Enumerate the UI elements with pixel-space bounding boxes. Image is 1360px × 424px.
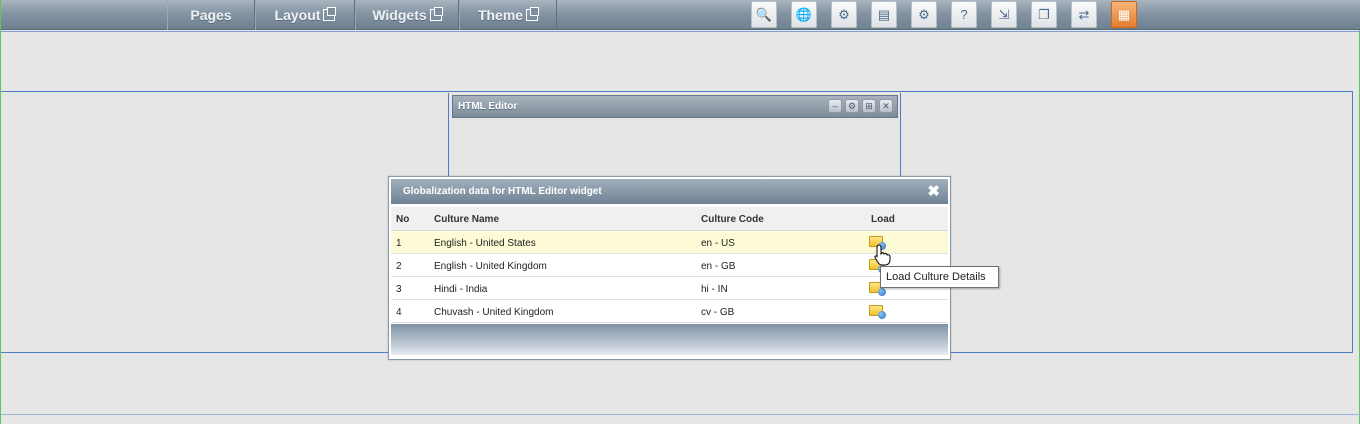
windows-icon[interactable]: ❐ xyxy=(1031,1,1057,28)
culture-grid: No Culture Name Culture Code Load 1 Engl… xyxy=(391,207,948,323)
table-row[interactable]: 3 Hindi - India hi - IN xyxy=(391,277,948,300)
globalization-dialog: Globalization data for HTML Editor widge… xyxy=(388,176,951,360)
flow-icon[interactable]: ⇄ xyxy=(1071,1,1097,28)
divider xyxy=(1,414,1360,415)
row-culture-name: Hindi - India xyxy=(434,284,488,295)
dialog-title: Globalization data for HTML Editor widge… xyxy=(403,186,602,197)
menu-pages-label: Pages xyxy=(190,7,232,23)
menu-layout[interactable]: Layout xyxy=(255,0,355,30)
settings-icon[interactable]: ⚙ xyxy=(845,99,859,113)
table-row[interactable]: 4 Chuvash - United Kingdom cv - GB xyxy=(391,300,948,323)
tooltip: Load Culture Details xyxy=(880,266,999,288)
hand-cursor-icon xyxy=(874,244,891,266)
top-toolbar: Pages Layout Widgets Theme 🔍 🌐 ⚙ ▤ ⚙? ⇲ ❐ ⇄ ▦ xyxy=(1,0,1360,30)
widget-controls: – ⚙ ⊞ ✕ xyxy=(828,99,893,113)
gear-icon[interactable]: ⚙ xyxy=(911,1,937,28)
row-culture-code: en - GB xyxy=(701,261,736,272)
widget-header[interactable]: HTML Editor – ⚙ ⊞ ✕ xyxy=(452,95,898,118)
menu-widgets-label: Widgets xyxy=(372,7,427,23)
column-header-load[interactable]: Load xyxy=(871,214,895,225)
close-icon[interactable]: ✖ xyxy=(927,182,940,200)
export-icon[interactable]: ⇲ xyxy=(991,1,1017,28)
row-no: 4 xyxy=(396,307,402,318)
menu-widgets[interactable]: Widgets xyxy=(355,0,459,30)
dialog-footer xyxy=(391,324,948,355)
column-header-culture-name[interactable]: Culture Name xyxy=(434,214,499,225)
tool-icon-group: 🔍 🌐 ⚙ ▤ ⚙? ⇲ ❐ ⇄ ▦ xyxy=(751,1,1137,28)
external-window-icon xyxy=(526,7,540,21)
grid-header: No Culture Name Culture Code Load xyxy=(391,207,948,231)
minimize-icon[interactable]: – xyxy=(828,99,842,113)
office-icon[interactable]: ▦ xyxy=(1111,1,1137,28)
column-header-culture-code[interactable]: Culture Code xyxy=(701,214,764,225)
row-culture-name: English - United States xyxy=(434,238,536,249)
row-culture-code: en - US xyxy=(701,238,735,249)
help-icon[interactable]: ? xyxy=(951,1,977,28)
row-no: 2 xyxy=(396,261,402,272)
globe-icon[interactable]: 🌐 xyxy=(791,1,817,28)
row-culture-name: Chuvash - United Kingdom xyxy=(434,307,554,318)
table-row[interactable]: 1 English - United States en - US xyxy=(391,231,948,254)
zoom-icon[interactable]: 🔍 xyxy=(751,1,777,28)
row-no: 1 xyxy=(396,238,402,249)
row-culture-name: English - United Kingdom xyxy=(434,261,547,272)
menu-theme[interactable]: Theme xyxy=(459,0,557,30)
widget-title: HTML Editor xyxy=(458,101,518,112)
menu-theme-label: Theme xyxy=(477,7,524,23)
globe-settings-icon[interactable]: ⚙ xyxy=(831,1,857,28)
divider xyxy=(1,31,1360,32)
row-culture-code: hi - IN xyxy=(701,284,728,295)
external-window-icon xyxy=(429,7,443,21)
menu-layout-label: Layout xyxy=(274,7,321,23)
menu-pages[interactable]: Pages xyxy=(167,0,255,30)
close-icon[interactable]: ✕ xyxy=(879,99,893,113)
external-window-icon xyxy=(323,7,337,21)
row-culture-code: cv - GB xyxy=(701,307,735,318)
table-row[interactable]: 2 English - United Kingdom en - GB xyxy=(391,254,948,277)
globalization-icon[interactable]: ⊞ xyxy=(862,99,876,113)
page-icon[interactable]: ▤ xyxy=(871,1,897,28)
dialog-titlebar[interactable]: Globalization data for HTML Editor widge… xyxy=(391,179,948,204)
load-culture-icon[interactable] xyxy=(869,305,886,319)
row-no: 3 xyxy=(396,284,402,295)
column-header-no[interactable]: No xyxy=(396,214,409,225)
main-menu: Pages Layout Widgets Theme xyxy=(167,0,557,30)
